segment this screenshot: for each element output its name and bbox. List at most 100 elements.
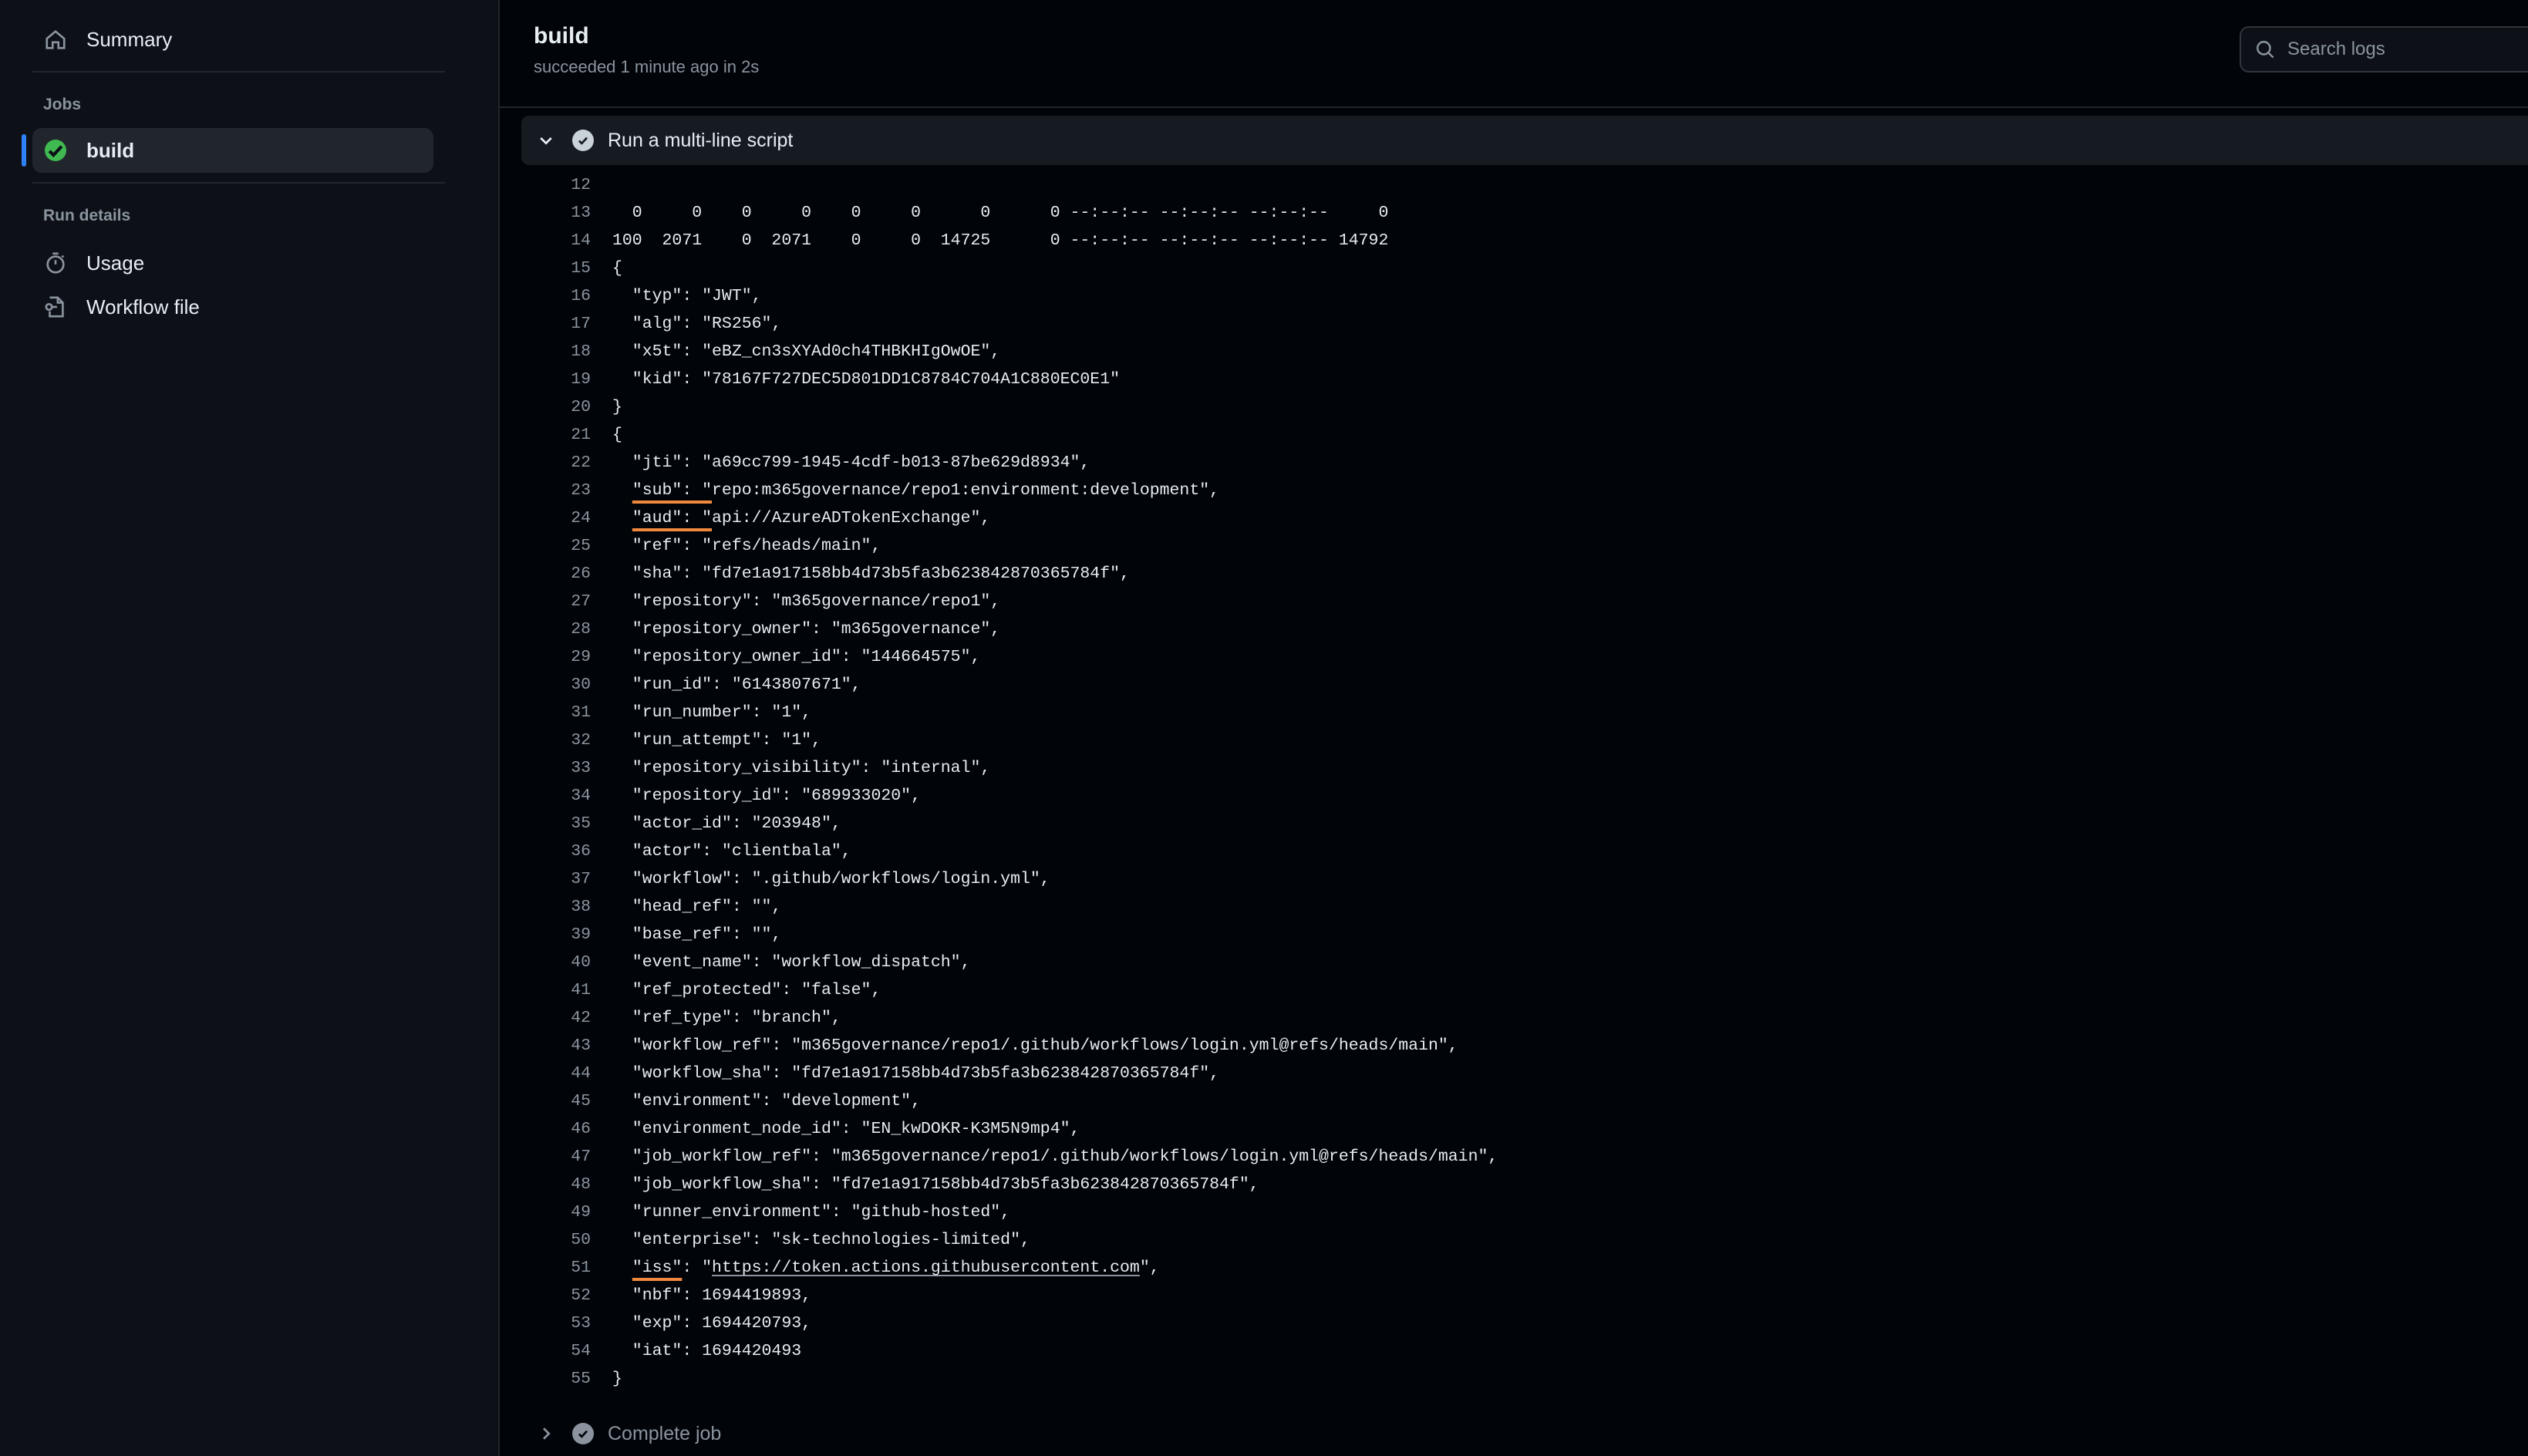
line-number[interactable]: 53 bbox=[521, 1309, 591, 1337]
line-number[interactable]: 48 bbox=[521, 1171, 591, 1198]
search-logs-input[interactable] bbox=[2286, 38, 2520, 61]
sidebar-job-build[interactable]: build bbox=[22, 128, 433, 173]
line-number[interactable]: 16 bbox=[521, 282, 591, 310]
log-segment: "run_attempt": "1", bbox=[612, 731, 821, 750]
log-text: { bbox=[612, 254, 622, 282]
line-number[interactable]: 12 bbox=[521, 171, 591, 199]
line-number[interactable]: 35 bbox=[521, 810, 591, 838]
line-number[interactable]: 24 bbox=[521, 504, 591, 532]
line-number[interactable]: 32 bbox=[521, 726, 591, 754]
line-number[interactable]: 47 bbox=[521, 1143, 591, 1171]
line-number[interactable]: 15 bbox=[521, 254, 591, 282]
log-segment: { bbox=[612, 259, 622, 278]
log-line: 51 "iss": "https://token.actions.githubu… bbox=[521, 1254, 2528, 1282]
sidebar-item-workflow-file[interactable]: Workflow file bbox=[32, 285, 433, 329]
line-number[interactable]: 28 bbox=[521, 615, 591, 643]
log-segment: "alg": "RS256", bbox=[612, 315, 782, 333]
log-text: "ref_type": "branch", bbox=[612, 1004, 841, 1032]
line-number[interactable]: 42 bbox=[521, 1004, 591, 1032]
line-number[interactable]: 45 bbox=[521, 1087, 591, 1115]
log-segment: "repository": "m365governance/repo1", bbox=[612, 592, 1001, 611]
line-number[interactable]: 55 bbox=[521, 1365, 591, 1393]
jobs-section-title: Jobs bbox=[43, 96, 82, 113]
line-number[interactable]: 23 bbox=[521, 477, 591, 504]
line-number[interactable]: 19 bbox=[521, 366, 591, 393]
line-number[interactable]: 17 bbox=[521, 310, 591, 338]
line-number[interactable]: 18 bbox=[521, 338, 591, 366]
log-text: "head_ref": "", bbox=[612, 893, 782, 921]
log-text: "workflow_sha": "fd7e1a917158bb4d73b5fa3… bbox=[612, 1060, 1219, 1087]
line-number[interactable]: 22 bbox=[521, 449, 591, 477]
line-number[interactable]: 40 bbox=[521, 949, 591, 976]
sidebar-job-label: build bbox=[86, 138, 135, 162]
log-line: 29 "repository_owner_id": "144664575", bbox=[521, 643, 2528, 671]
line-number[interactable]: 14 bbox=[521, 227, 591, 254]
line-number[interactable]: 21 bbox=[521, 421, 591, 449]
log-text: "x5t": "eBZ_cn3sXYAd0ch4THBKHIgOwOE", bbox=[612, 338, 1000, 366]
log-text: "workflow": ".github/workflows/login.yml… bbox=[612, 865, 1050, 893]
line-number[interactable]: 36 bbox=[521, 838, 591, 865]
log-indent bbox=[612, 1259, 632, 1277]
complete-step-title: Complete job bbox=[608, 1422, 722, 1444]
log-line: 18 "x5t": "eBZ_cn3sXYAd0ch4THBKHIgOwOE", bbox=[521, 338, 2528, 366]
step-complete-job[interactable]: Complete job bbox=[521, 1411, 2528, 1456]
line-number[interactable]: 50 bbox=[521, 1226, 591, 1254]
log-line: 26 "sha": "fd7e1a917158bb4d73b5fa3b62384… bbox=[521, 560, 2528, 588]
log-segment: "ref": "refs/heads/main", bbox=[612, 537, 881, 555]
line-number[interactable]: 54 bbox=[521, 1337, 591, 1365]
log-text: "jti": "a69cc799-1945-4cdf-b013-87be629d… bbox=[612, 449, 1090, 477]
sidebar-item-usage[interactable]: Usage bbox=[32, 241, 433, 285]
log-segment: "repository_owner": "m365governance", bbox=[612, 620, 1001, 639]
highlighted-claim: "sub": " bbox=[632, 481, 713, 500]
log-segment: "event_name": "workflow_dispatch", bbox=[612, 953, 971, 972]
log-link[interactable]: https://token.actions.githubusercontent.… bbox=[712, 1259, 1140, 1277]
line-number[interactable]: 27 bbox=[521, 588, 591, 615]
log-line: 33 "repository_visibility": "internal", bbox=[521, 754, 2528, 782]
log-text: "aud": "api://AzureADTokenExchange", bbox=[612, 504, 990, 532]
log-text: "repository_visibility": "internal", bbox=[612, 754, 990, 782]
line-number[interactable]: 33 bbox=[521, 754, 591, 782]
log-segment: "job_workflow_sha": "fd7e1a917158bb4d73b… bbox=[612, 1175, 1259, 1194]
sidebar-summary-label: Summary bbox=[86, 27, 173, 51]
log-line: 13 0 0 0 0 0 0 0 0 --:--:-- --:--:-- --:… bbox=[521, 199, 2528, 227]
log-text: "iat": 1694420493 bbox=[612, 1337, 801, 1365]
line-number[interactable]: 29 bbox=[521, 643, 591, 671]
search-logs-box[interactable] bbox=[2240, 26, 2528, 72]
log-line: 38 "head_ref": "", bbox=[521, 893, 2528, 921]
line-number[interactable]: 39 bbox=[521, 921, 591, 949]
line-number[interactable]: 30 bbox=[521, 671, 591, 699]
line-number[interactable]: 52 bbox=[521, 1282, 591, 1309]
page-title: build bbox=[534, 23, 589, 49]
log-segment: "environment_node_id": "EN_kwDOKR-K3M5N9… bbox=[612, 1120, 1080, 1138]
log-text: "job_workflow_ref": "m365governance/repo… bbox=[612, 1143, 1498, 1171]
chevron-down-icon[interactable] bbox=[537, 131, 560, 150]
log-line: 54 "iat": 1694420493 bbox=[521, 1337, 2528, 1365]
search-icon bbox=[2255, 39, 2275, 59]
line-number[interactable]: 37 bbox=[521, 865, 591, 893]
log-indent bbox=[612, 481, 632, 500]
log-segment: "workflow": ".github/workflows/login.yml… bbox=[612, 870, 1050, 888]
line-number[interactable]: 38 bbox=[521, 893, 591, 921]
log-segment: { bbox=[612, 426, 622, 444]
line-number[interactable]: 46 bbox=[521, 1115, 591, 1143]
step-run-multiline-script[interactable]: Run a multi-line script bbox=[521, 116, 2528, 165]
line-number[interactable]: 49 bbox=[521, 1198, 591, 1226]
line-number[interactable]: 20 bbox=[521, 393, 591, 421]
line-number[interactable]: 51 bbox=[521, 1254, 591, 1282]
line-number[interactable]: 41 bbox=[521, 976, 591, 1004]
line-number[interactable]: 34 bbox=[521, 782, 591, 810]
line-number[interactable]: 31 bbox=[521, 699, 591, 726]
line-number[interactable]: 13 bbox=[521, 199, 591, 227]
log-line: 36 "actor": "clientbala", bbox=[521, 838, 2528, 865]
log-text: } bbox=[612, 393, 622, 421]
line-number[interactable]: 25 bbox=[521, 532, 591, 560]
line-number[interactable]: 44 bbox=[521, 1060, 591, 1087]
line-number[interactable]: 43 bbox=[521, 1032, 591, 1060]
log-segment: "jti": "a69cc799-1945-4cdf-b013-87be629d… bbox=[612, 453, 1090, 472]
chevron-right-icon[interactable] bbox=[537, 1424, 560, 1443]
line-number[interactable]: 26 bbox=[521, 560, 591, 588]
sidebar-item-summary[interactable]: Summary bbox=[32, 17, 433, 62]
log-line: 14 100 2071 0 2071 0 0 14725 0 --:--:-- -… bbox=[521, 227, 2528, 254]
log-line: 52 "nbf": 1694419893, bbox=[521, 1282, 2528, 1309]
home-icon bbox=[43, 27, 68, 52]
